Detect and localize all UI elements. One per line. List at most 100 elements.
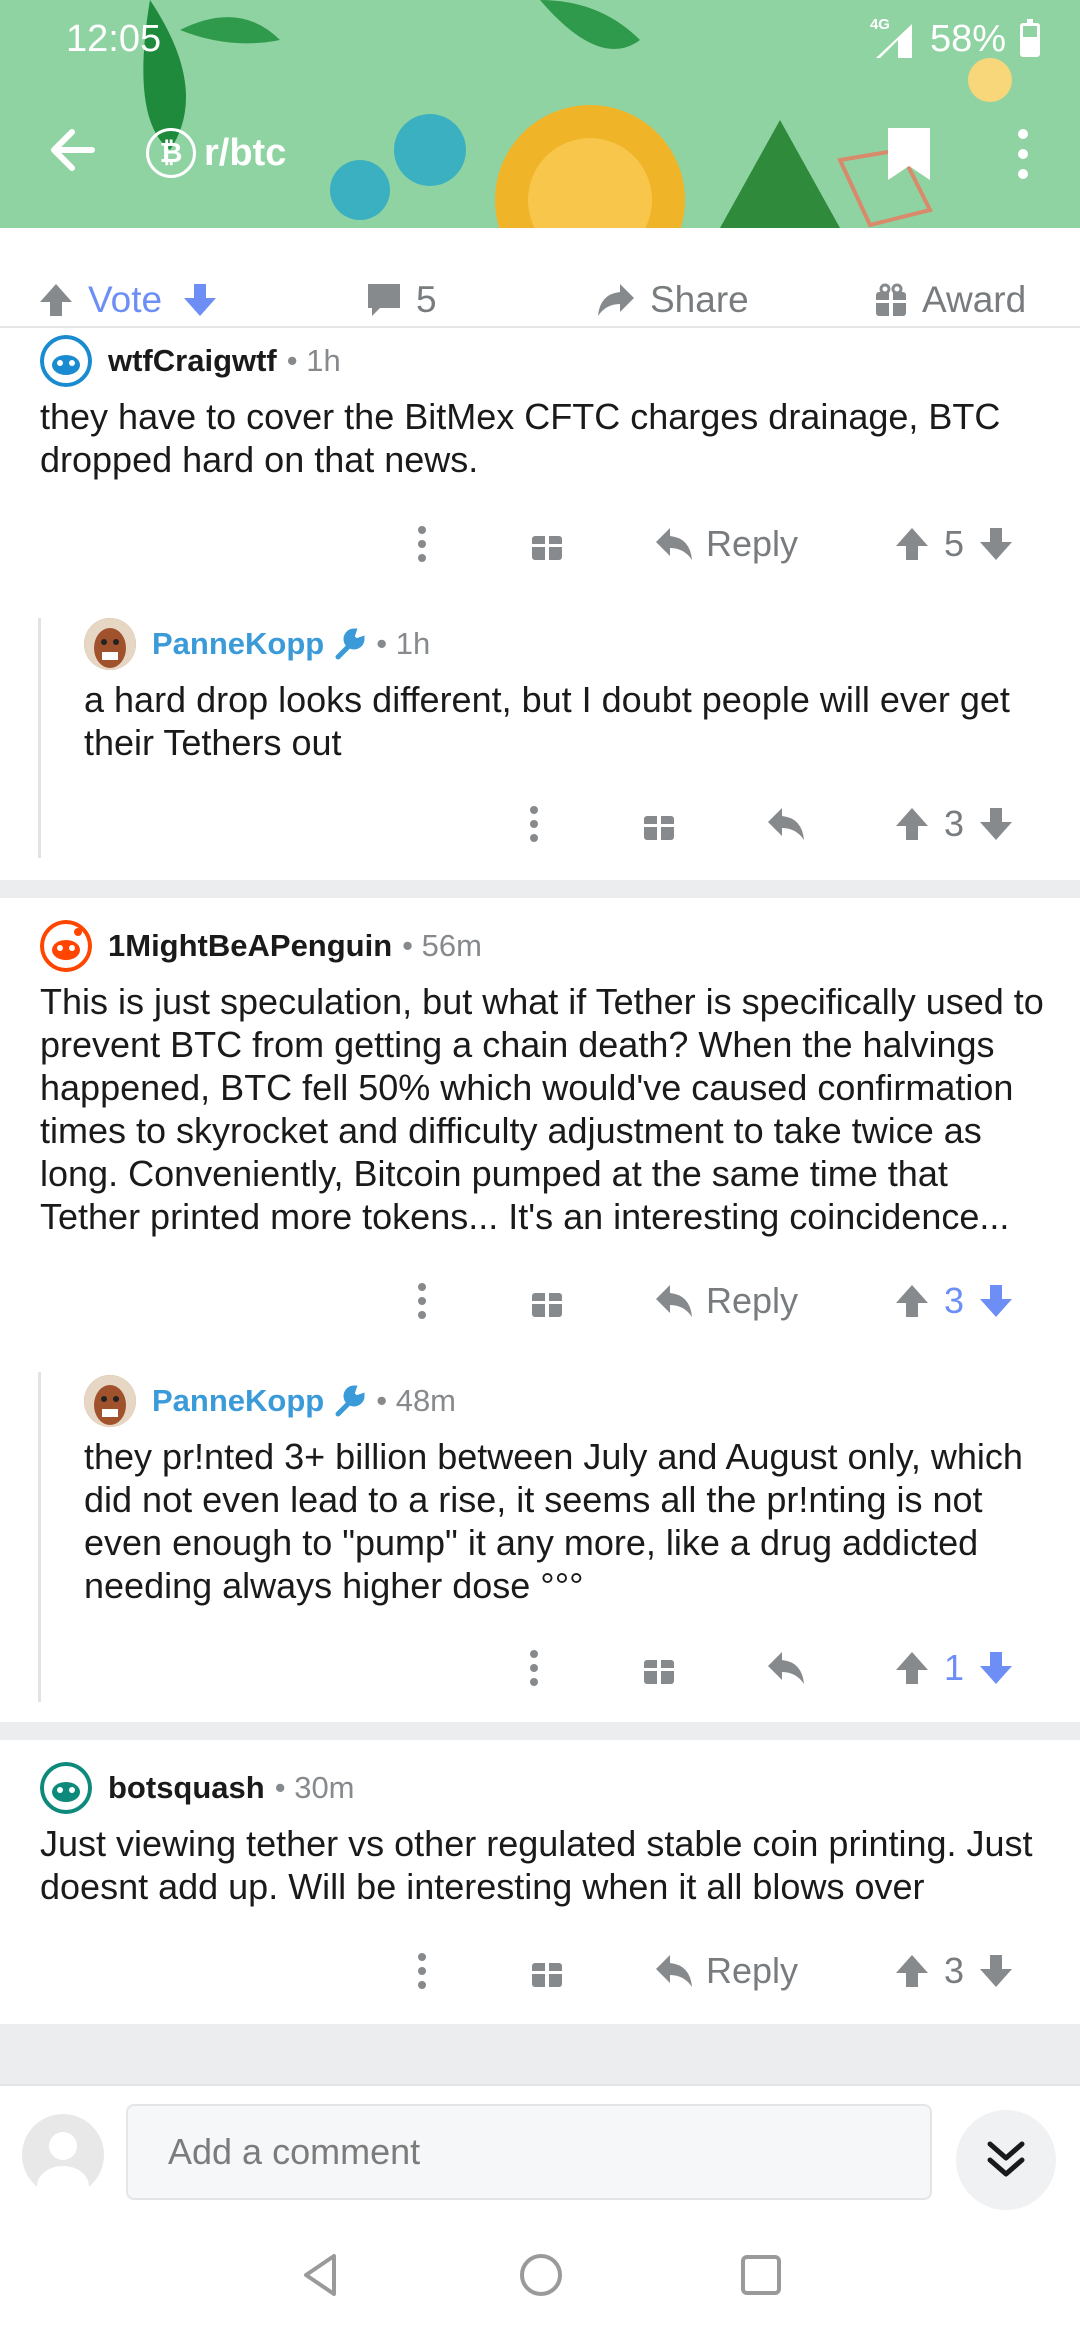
reply-button[interactable]: Reply [654, 1271, 798, 1331]
bookmark-icon[interactable] [884, 126, 934, 182]
upvote-icon[interactable] [894, 806, 930, 842]
battery-percent: 58% [929, 18, 1006, 60]
comment: 1MightBeAPenguin • 56m This is just spec… [40, 918, 1050, 1238]
thread-separator [0, 1722, 1080, 1740]
avatar[interactable] [84, 1375, 136, 1427]
battery-icon [1020, 18, 1040, 57]
downvote-icon[interactable] [978, 1953, 1014, 1989]
user-avatar[interactable] [22, 2114, 104, 2196]
avatar[interactable] [84, 618, 136, 670]
upvote-icon[interactable] [894, 1953, 930, 1989]
gift-icon[interactable] [530, 1271, 564, 1331]
add-comment-input[interactable]: Add a comment [126, 2104, 932, 2200]
post-vote: Vote [38, 278, 218, 322]
reply-button[interactable]: Reply [654, 514, 798, 574]
award-button[interactable]: Award [874, 278, 1026, 322]
time-value: 1h [306, 343, 341, 378]
gift-icon[interactable] [530, 1941, 564, 2001]
comment-time: • 30m [274, 1770, 355, 1805]
bitcoin-icon: ₿ [146, 128, 196, 178]
reply-icon [656, 528, 692, 560]
toolbar: ₿ r/btc [0, 110, 1080, 190]
comment-author[interactable]: wtfCraigwtf [108, 343, 277, 379]
comment-header: botsquash • 30m [40, 1760, 1050, 1816]
more-options-icon[interactable] [522, 1638, 546, 1698]
comments-button[interactable]: 5 [366, 278, 437, 322]
reply-button[interactable]: Reply [654, 1941, 798, 2001]
comment-header: 1MightBeAPenguin • 56m [40, 918, 1050, 974]
downvote-icon[interactable] [978, 1283, 1014, 1319]
reply-label: Reply [706, 1280, 799, 1321]
downvote-icon[interactable] [182, 282, 218, 318]
subreddit-link[interactable]: ₿ r/btc [146, 128, 286, 178]
nav-back-icon[interactable] [296, 2250, 346, 2300]
time-value: 56m [421, 928, 482, 963]
downvote-icon[interactable] [978, 806, 1014, 842]
comment-time: • 48m [376, 1383, 457, 1418]
share-icon [598, 284, 634, 316]
back-arrow-icon[interactable] [42, 120, 102, 180]
thread-separator [0, 880, 1080, 898]
comment-header: PanneKopp • 1h [84, 616, 1054, 672]
more-options-icon[interactable] [410, 1271, 434, 1331]
comment-vote: 5 [894, 514, 1014, 574]
upvote-icon[interactable] [38, 282, 74, 318]
comment-time: • 1h [286, 343, 341, 378]
more-options-icon[interactable] [410, 514, 434, 574]
comment-author[interactable]: 1MightBeAPenguin [108, 928, 392, 964]
upvote-icon[interactable] [894, 526, 930, 562]
comment-actions: Reply 3 [0, 1271, 1080, 1331]
comment: wtfCraigwtf • 1h they have to cover the … [40, 333, 1050, 481]
gift-icon[interactable] [530, 514, 564, 574]
comment-actions: 1 [0, 1638, 1080, 1698]
jump-down-button[interactable] [956, 2110, 1056, 2210]
comment-time: • 56m [402, 928, 482, 963]
comment-actions: 3 [0, 794, 1080, 854]
upvote-icon[interactable] [894, 1283, 930, 1319]
reply-icon[interactable] [766, 1638, 806, 1698]
wrench-icon [335, 1385, 365, 1417]
list-end-spacer [0, 2024, 1080, 2084]
upvote-icon[interactable] [894, 1650, 930, 1686]
downvote-icon[interactable] [978, 526, 1014, 562]
more-options-icon[interactable] [522, 794, 546, 854]
nav-recents-icon[interactable] [736, 2250, 786, 2300]
avatar[interactable] [40, 335, 92, 387]
post-action-bar: Vote 5 Share Award [0, 270, 1080, 328]
comment-header: wtfCraigwtf • 1h [40, 333, 1050, 389]
avatar[interactable] [40, 920, 92, 972]
comment-actions: Reply 5 [0, 514, 1080, 574]
comment-body: Just viewing tether vs other regulated s… [40, 1823, 1033, 1907]
more-options-icon[interactable] [1010, 128, 1036, 180]
comment-body: a hard drop looks different, but I doubt… [84, 679, 1010, 763]
wrench-icon [335, 628, 365, 660]
score: 3 [944, 1950, 965, 1991]
status-time: 12:05 [66, 18, 162, 60]
comment-author[interactable]: PanneKopp [152, 1383, 324, 1419]
comment-reply: PanneKopp • 1h a hard drop looks differe… [84, 616, 1054, 764]
avatar[interactable] [40, 1762, 92, 1814]
reply-icon [656, 1285, 692, 1317]
score: 3 [944, 803, 965, 844]
score: 1 [944, 1647, 965, 1688]
comment-reply: PanneKopp • 48m they pr!nted 3+ billion … [84, 1373, 1054, 1607]
comment-body: they have to cover the BitMex CFTC charg… [40, 396, 1001, 480]
comment-vote: 1 [894, 1638, 1014, 1698]
double-chevron-down-icon [987, 2141, 1025, 2177]
more-options-icon[interactable] [410, 1941, 434, 2001]
subreddit-header: 12:05 4G 58% ₿ r/btc [0, 0, 1080, 228]
comment-author[interactable]: botsquash [108, 1770, 265, 1806]
time-value: 30m [294, 1770, 355, 1805]
reply-icon[interactable] [766, 794, 806, 854]
comment-icon [368, 284, 400, 316]
comment-author[interactable]: PanneKopp [152, 626, 324, 662]
status-icons: 4G 58% [868, 16, 1040, 61]
share-button[interactable]: Share [596, 278, 749, 322]
gift-icon[interactable] [642, 1638, 676, 1698]
system-nav-bar [0, 2214, 1080, 2340]
share-label: Share [650, 279, 749, 320]
nav-home-icon[interactable] [516, 2250, 566, 2300]
status-bar: 12:05 4G 58% [0, 0, 1080, 80]
downvote-icon[interactable] [978, 1650, 1014, 1686]
gift-icon[interactable] [642, 794, 676, 854]
